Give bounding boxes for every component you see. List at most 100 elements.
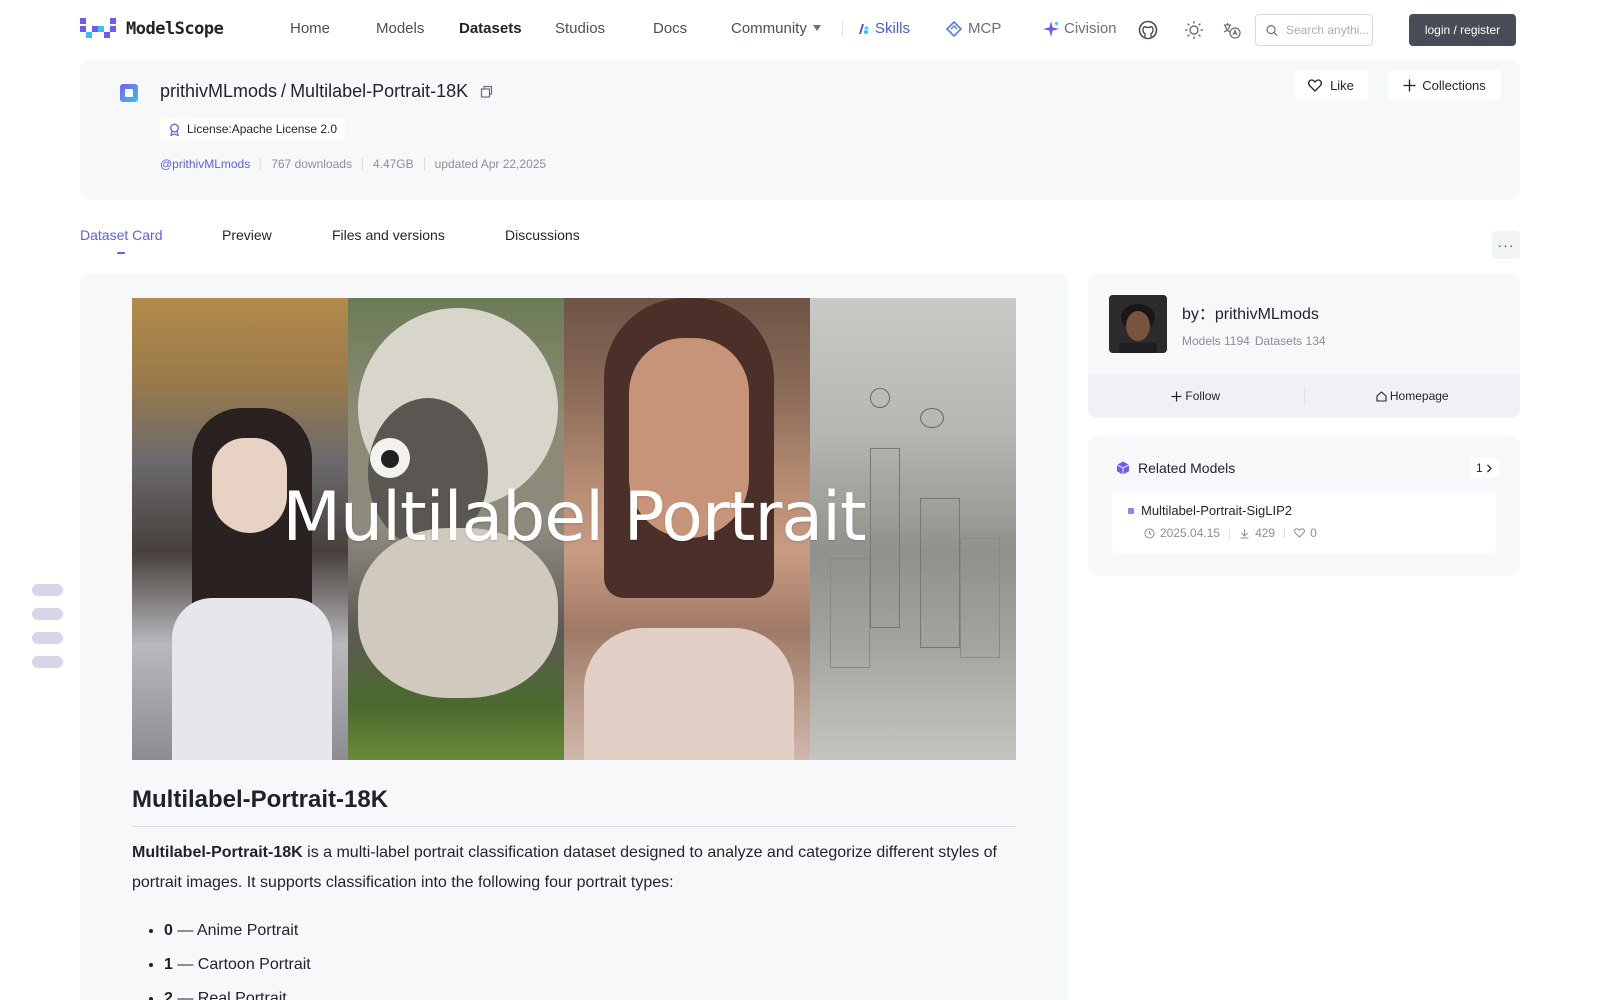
top-nav: ModelScope Home Models Datasets Studios … xyxy=(0,0,1600,58)
author-card: by：prithivMLmods Models 1194 Datasets 13… xyxy=(1088,274,1520,418)
tab-dataset-card[interactable]: Dataset Card xyxy=(80,227,162,243)
tab-files-and-versions[interactable]: Files and versions xyxy=(332,227,445,243)
language-icon[interactable] xyxy=(1221,20,1241,40)
model-date: 2025.04.15 xyxy=(1144,526,1220,540)
intro-bold: Multilabel-Portrait-18K xyxy=(132,844,303,861)
model-date-text: 2025.04.15 xyxy=(1160,526,1221,540)
nav-docs[interactable]: Docs xyxy=(653,20,687,37)
theme-sun-icon[interactable] xyxy=(1184,20,1204,40)
author-name[interactable]: by：prithivMLmods xyxy=(1182,300,1319,324)
nav-community[interactable]: Community xyxy=(731,20,821,37)
nav-skills-label: Skills xyxy=(875,20,911,37)
logo-text: ModelScope xyxy=(126,19,224,39)
collections-button[interactable]: Collections xyxy=(1388,70,1501,100)
outline-pill xyxy=(32,656,63,668)
author-models-count: Models 1194 xyxy=(1182,334,1250,348)
nav-community-label: Community xyxy=(731,20,807,37)
clock-icon xyxy=(1144,527,1155,539)
dataset-size: 4.47GB xyxy=(372,157,414,171)
dataset-owner-link[interactable]: prithivMLmods xyxy=(160,81,277,102)
cube-icon xyxy=(1116,461,1130,475)
github-icon[interactable] xyxy=(1138,20,1158,40)
meta-divider xyxy=(423,158,425,170)
model-downloads-text: 429 xyxy=(1255,526,1276,540)
download-icon xyxy=(1240,528,1249,538)
skills-icon xyxy=(859,23,869,34)
nav-mcp-label: MCP xyxy=(968,20,1002,37)
label-id: 2 xyxy=(164,990,173,1000)
outline-pill xyxy=(32,632,63,644)
avatar-image xyxy=(1109,295,1167,353)
nav-home[interactable]: Home xyxy=(290,20,330,37)
chevron-right-icon xyxy=(1486,464,1492,472)
nav-skills[interactable]: Skills xyxy=(856,20,910,37)
model-likes: 0 xyxy=(1294,526,1317,540)
avatar[interactable] xyxy=(1109,295,1167,353)
nav-models[interactable]: Models xyxy=(376,20,424,37)
license-text: License:Apache License 2.0 xyxy=(187,122,338,136)
homepage-label: Homepage xyxy=(1389,389,1449,403)
nav-divider xyxy=(842,21,843,37)
banner-title: Multilabel Portrait xyxy=(282,478,866,557)
author-actions: Follow Homepage xyxy=(1088,374,1520,418)
like-label: Like xyxy=(1330,77,1354,93)
license-icon xyxy=(170,123,179,136)
related-count-link[interactable]: 1 xyxy=(1470,458,1499,478)
search-box[interactable] xyxy=(1255,14,1373,46)
chevron-down-icon xyxy=(812,25,821,31)
copy-icon[interactable] xyxy=(478,84,494,100)
nav-mcp[interactable]: MCP xyxy=(946,20,1001,37)
license-badge: License:Apache License 2.0 xyxy=(160,118,346,140)
meta-divider xyxy=(361,158,363,170)
sparkle-icon xyxy=(1043,20,1059,37)
related-model-item[interactable]: Multilabel-Portrait-SigLIP2 2025.04.15 4… xyxy=(1112,492,1496,554)
nav-civision[interactable]: Civision xyxy=(1043,20,1117,37)
nav-studios[interactable]: Studios xyxy=(555,20,605,37)
dataset-name: Multilabel-Portrait-18K xyxy=(290,81,469,101)
heart-icon xyxy=(1294,528,1306,538)
mcp-icon xyxy=(946,20,962,37)
label-text: — Cartoon Portrait xyxy=(172,956,311,973)
more-options-button[interactable]: ··· xyxy=(1492,231,1520,259)
label-list: 0 — Anime Portrait 1 — Cartoon Portrait … xyxy=(164,920,311,1000)
related-count: 1 xyxy=(1476,461,1483,475)
card-intro: Multilabel-Portrait-18K is a multi-label… xyxy=(132,838,1016,898)
login-register-button[interactable]: login / register xyxy=(1409,14,1516,46)
homepage-button[interactable]: Homepage xyxy=(1305,389,1521,403)
author-datasets-count: Datasets 134 xyxy=(1254,334,1326,348)
dataset-card-content: Multilabel Portrait Multilabel-Portrait-… xyxy=(80,274,1068,1000)
label-id: 0 xyxy=(164,922,173,939)
card-heading: Multilabel-Portrait-18K xyxy=(132,786,1016,827)
related-model-name: Multilabel-Portrait-SigLIP2 xyxy=(1128,503,1292,518)
follow-button[interactable]: Follow xyxy=(1088,389,1304,403)
list-item: 0 — Anime Portrait xyxy=(164,920,311,954)
author-handle-link[interactable]: @prithivMLmods xyxy=(160,157,250,171)
collections-label: Collections xyxy=(1422,77,1486,93)
active-tab-indicator xyxy=(117,252,125,254)
tab-discussions[interactable]: Discussions xyxy=(505,227,580,243)
model-marker xyxy=(1128,507,1134,514)
heart-icon xyxy=(1308,78,1323,92)
title-slash: / xyxy=(281,81,287,101)
tab-preview[interactable]: Preview xyxy=(222,227,272,243)
outline-pill xyxy=(32,584,63,596)
modelscope-logo[interactable]: ModelScope xyxy=(80,18,224,40)
home-icon xyxy=(1376,390,1387,402)
search-icon xyxy=(1266,24,1278,36)
related-models-header: Related Models xyxy=(1116,460,1235,476)
list-item: 2 — Real Portrait xyxy=(164,988,311,1000)
label-text: — Anime Portrait xyxy=(172,922,299,939)
like-button[interactable]: Like xyxy=(1294,70,1368,100)
meta-divider xyxy=(260,158,262,170)
dataset-banner-image: Multilabel Portrait xyxy=(132,298,1016,760)
model-likes-text: 0 xyxy=(1310,526,1317,540)
follow-label: Follow xyxy=(1185,389,1221,403)
related-models-card: Related Models 1 Multilabel-Portrait-Sig… xyxy=(1088,436,1520,576)
nav-datasets[interactable]: Datasets xyxy=(459,20,522,37)
search-input[interactable] xyxy=(1286,23,1372,37)
nav-civision-label: Civision xyxy=(1064,20,1117,37)
dataset-icon xyxy=(120,84,138,102)
outline-pill xyxy=(32,608,63,620)
meta-divider xyxy=(1284,528,1286,538)
side-outline-handle[interactable] xyxy=(32,584,63,680)
